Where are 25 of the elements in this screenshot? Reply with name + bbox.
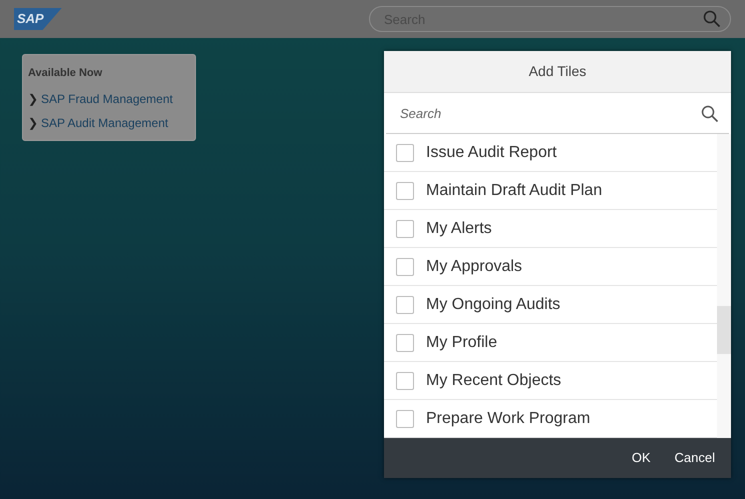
footer-button[interactable]: OK [624, 444, 659, 472]
dialog-title: Add Tiles [384, 51, 731, 93]
scrollbar-thumb[interactable] [717, 306, 731, 354]
list-item[interactable]: Issue Audit Report [384, 134, 717, 172]
list-item[interactable]: My Recent Objects [384, 362, 717, 400]
panel-title: Available Now [28, 66, 104, 81]
chevron-icon: ❯ [28, 90, 38, 108]
list-item[interactable]: My Alerts [384, 210, 717, 248]
list-item[interactable]: Maintain Draft Audit Plan [384, 172, 717, 210]
checkbox[interactable] [396, 144, 414, 162]
footer-button[interactable]: Cancel [666, 444, 723, 472]
search-icon[interactable] [701, 104, 719, 122]
list-item[interactable]: My Approvals [384, 248, 717, 286]
checkbox[interactable] [396, 220, 414, 238]
logo: SAP [14, 8, 62, 30]
checkbox[interactable] [396, 296, 414, 314]
checkbox[interactable] [396, 372, 414, 390]
list-item[interactable]: My Profile [384, 324, 717, 362]
list-item[interactable]: My Ongoing Audits [384, 286, 717, 324]
search-icon[interactable] [703, 10, 721, 28]
checkbox[interactable] [396, 410, 414, 428]
checkbox[interactable] [396, 182, 414, 200]
checkbox[interactable] [396, 334, 414, 352]
checkbox[interactable] [396, 258, 414, 276]
chevron-icon: ❯ [28, 114, 38, 132]
